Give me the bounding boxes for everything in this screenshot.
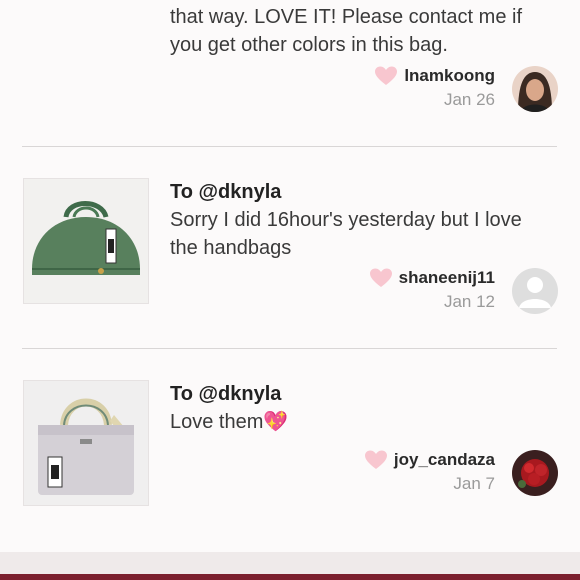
divider bbox=[22, 146, 557, 147]
comment-text: Sorry I did 16hour's yesterday but I lov… bbox=[170, 209, 522, 259]
comment-text: Love them💖 bbox=[170, 411, 289, 433]
footer-bar bbox=[0, 574, 580, 580]
comment-1-line-2: you get other colors in this bag. bbox=[170, 34, 448, 56]
heart-icon[interactable] bbox=[374, 66, 398, 86]
avatar[interactable] bbox=[512, 268, 558, 314]
comment-date: Jan 7 bbox=[453, 474, 495, 493]
heart-icon[interactable] bbox=[364, 450, 388, 470]
recipient-mention[interactable]: To @dknyla bbox=[170, 380, 560, 408]
comment-3: To @dknyla Love them💖 joy_candaza Jan 7 bbox=[0, 372, 580, 532]
avatar[interactable] bbox=[512, 450, 558, 496]
avatar[interactable] bbox=[512, 66, 558, 112]
comment-date: Jan 12 bbox=[443, 292, 495, 311]
product-thumbnail[interactable] bbox=[23, 380, 149, 506]
divider bbox=[22, 348, 557, 349]
username-link[interactable]: joy_candaza bbox=[394, 450, 495, 470]
username-link[interactable]: shaneenij11 bbox=[399, 268, 495, 288]
comment-2-meta: shaneenij11 Jan 12 bbox=[369, 268, 495, 312]
heart-icon[interactable] bbox=[369, 268, 393, 288]
comment-date: Jan 26 bbox=[443, 90, 495, 109]
username-link[interactable]: lnamkoong bbox=[404, 66, 495, 86]
comment-1-meta: lnamkoong Jan 26 bbox=[374, 66, 495, 110]
comment-3-meta: joy_candaza Jan 7 bbox=[364, 450, 495, 494]
comment-2: To @dknyla Sorry I did 16hour's yesterda… bbox=[0, 170, 580, 330]
product-thumbnail[interactable] bbox=[23, 178, 149, 304]
comment-1-text: that way. LOVE IT! Please contact me if … bbox=[170, 3, 560, 59]
recipient-mention[interactable]: To @dknyla bbox=[170, 178, 560, 206]
comment-1-line-1: that way. LOVE IT! Please contact me if bbox=[170, 6, 523, 28]
